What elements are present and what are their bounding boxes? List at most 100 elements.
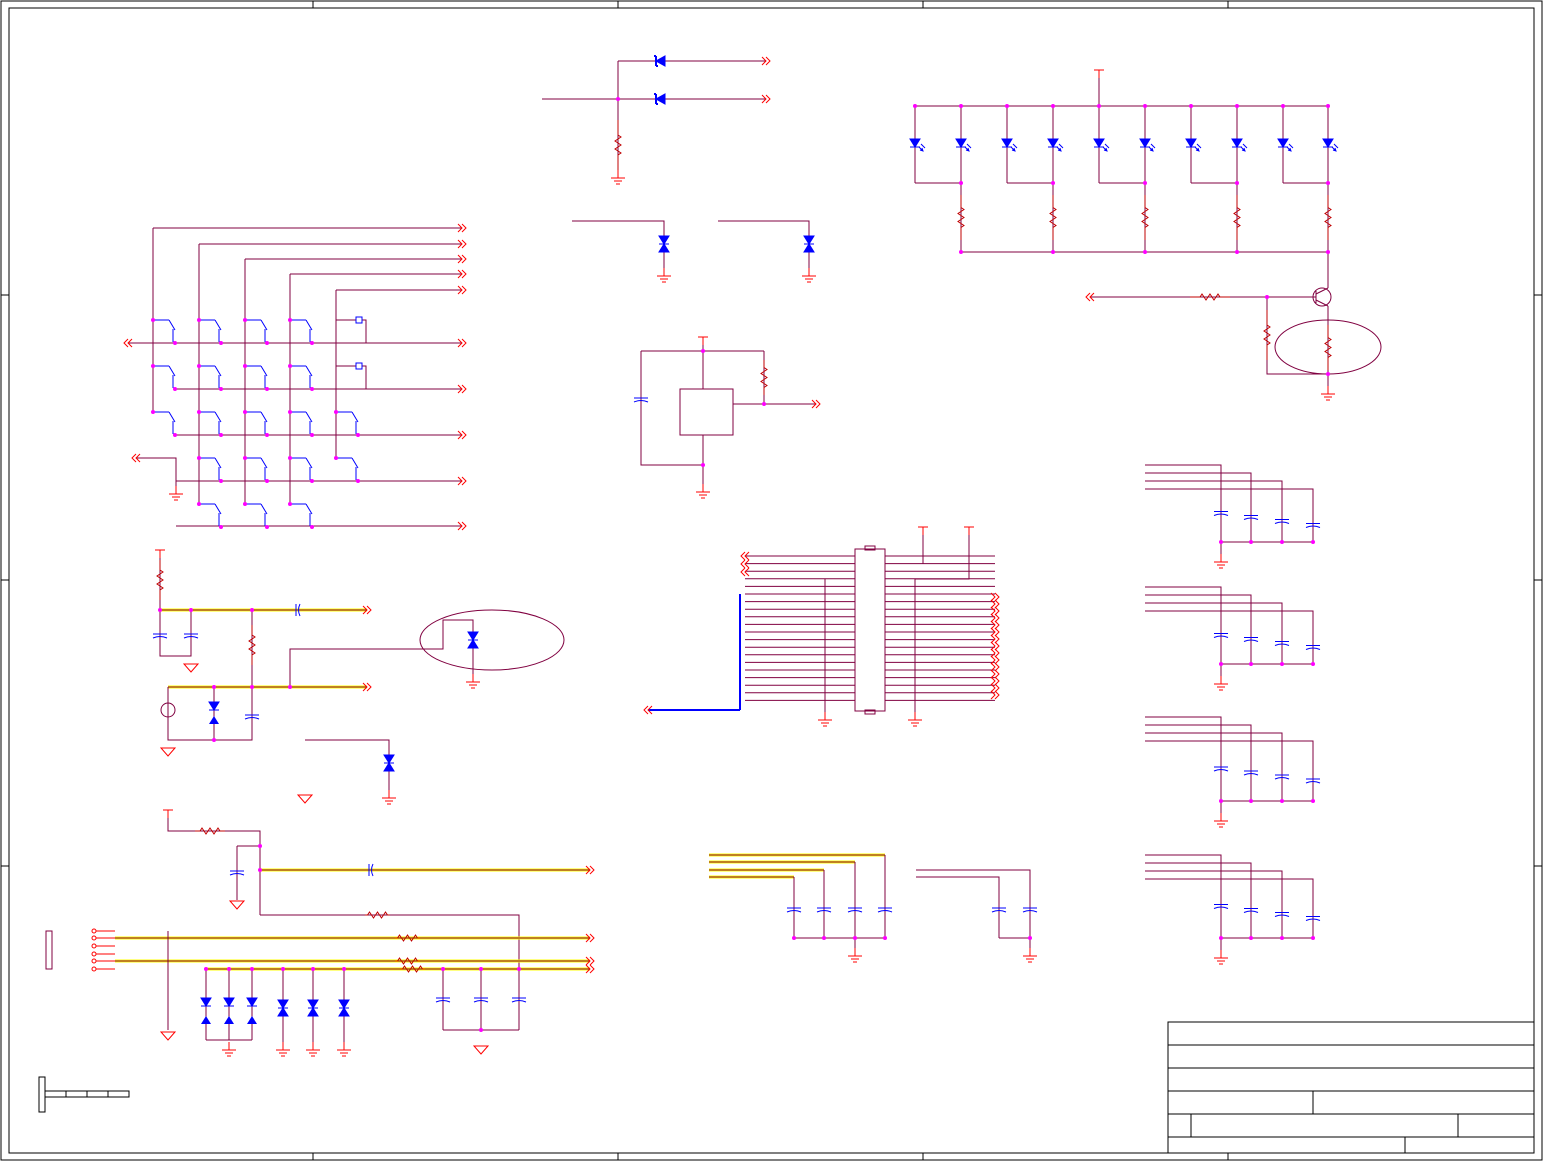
ground-triangle [159, 1031, 177, 1041]
junction-dot [310, 525, 314, 529]
wire [305, 739, 390, 790]
ground-symbol [802, 268, 816, 283]
net-port-arrow [990, 648, 1000, 658]
junction-dot [151, 318, 155, 322]
junction-dot [219, 479, 223, 483]
junction-dot [792, 936, 796, 940]
junction-dot [1051, 104, 1055, 108]
diode [1185, 138, 1197, 148]
wire [1145, 480, 1283, 542]
key-switch [290, 365, 313, 388]
junction-dot [1235, 250, 1239, 254]
junction-dot [250, 685, 254, 689]
wire [1145, 602, 1283, 664]
net-port-arrow [990, 641, 1000, 651]
key-switch [336, 411, 359, 434]
key-switch [153, 365, 176, 388]
junction-dot [1235, 181, 1239, 185]
diode [223, 997, 235, 1007]
junction-dot [913, 104, 917, 108]
led-light-rays [918, 143, 926, 152]
key-switch [290, 411, 313, 434]
jack-pin [91, 928, 97, 934]
junction-dot [1189, 104, 1193, 108]
junction-dot [204, 967, 208, 971]
zener-diode [654, 55, 666, 67]
jack-pin [91, 935, 97, 941]
key-switch [153, 319, 176, 342]
key-switch [153, 411, 176, 434]
junction-dot [212, 685, 216, 689]
net-port-arrow [740, 567, 750, 577]
led-light-rays [964, 143, 972, 152]
junction-dot [1326, 181, 1330, 185]
junction-dot [219, 433, 223, 437]
wire [916, 869, 1031, 938]
components-layer [45, 55, 1382, 1057]
junction-dot [1219, 662, 1223, 666]
junction-dot [1311, 662, 1315, 666]
jack-pin [91, 958, 97, 964]
junction-dot [197, 318, 201, 322]
diode [246, 997, 258, 1007]
junction-dot [1281, 104, 1285, 108]
ground-symbol [848, 948, 862, 963]
title-block [1167, 1021, 1535, 1154]
junction-dot [288, 364, 292, 368]
junction-dot [1326, 372, 1330, 376]
junction-dot [701, 349, 705, 353]
junction-dot [189, 608, 193, 612]
power-symbol [163, 809, 173, 818]
junction-dot [310, 479, 314, 483]
ground-symbol [466, 674, 480, 689]
junction-dot [197, 410, 201, 414]
wire [1145, 610, 1314, 664]
junction-dot [288, 456, 292, 460]
junction-dot [334, 456, 338, 460]
key-switch [199, 503, 222, 526]
junction-dot [356, 479, 360, 483]
zener-diode [654, 93, 666, 105]
junction-dot [959, 104, 963, 108]
junction-dot [219, 525, 223, 529]
junction-dot [265, 433, 269, 437]
junction-dot [250, 608, 254, 612]
indicator-part [355, 362, 363, 370]
diode [208, 701, 220, 711]
wire [572, 220, 665, 268]
wire [1145, 854, 1222, 938]
wire [159, 610, 192, 657]
ground-symbol [1214, 950, 1228, 965]
junction-dot [288, 410, 292, 414]
net-port-arrow [990, 634, 1000, 644]
junction-dot [311, 967, 315, 971]
ground-symbol [276, 1042, 290, 1057]
ground-symbol [337, 1042, 351, 1057]
junction-dot [1265, 295, 1269, 299]
junction-dot [1326, 250, 1330, 254]
wire [1145, 878, 1314, 938]
led-light-rays [1240, 143, 1248, 152]
junction-dot [959, 250, 963, 254]
diode [1139, 138, 1151, 148]
diode [209, 716, 219, 724]
junction-dot [173, 433, 177, 437]
junction-dot [243, 502, 247, 506]
led-light-rays [1056, 143, 1064, 152]
junction-dot [197, 502, 201, 506]
junction-dot [1005, 104, 1009, 108]
junction-dot [265, 341, 269, 345]
key-switch [199, 411, 222, 434]
junction-dot [265, 387, 269, 391]
diode [201, 1016, 211, 1024]
connector-body [854, 548, 886, 712]
wire [718, 220, 810, 268]
ground-triangle [228, 900, 246, 910]
junction-dot [1051, 181, 1055, 185]
junction-dot [1249, 799, 1253, 803]
junction-dot [243, 410, 247, 414]
wire [1145, 740, 1314, 801]
key-switch [290, 457, 313, 480]
key-switch [336, 457, 359, 480]
diode [247, 1016, 257, 1024]
